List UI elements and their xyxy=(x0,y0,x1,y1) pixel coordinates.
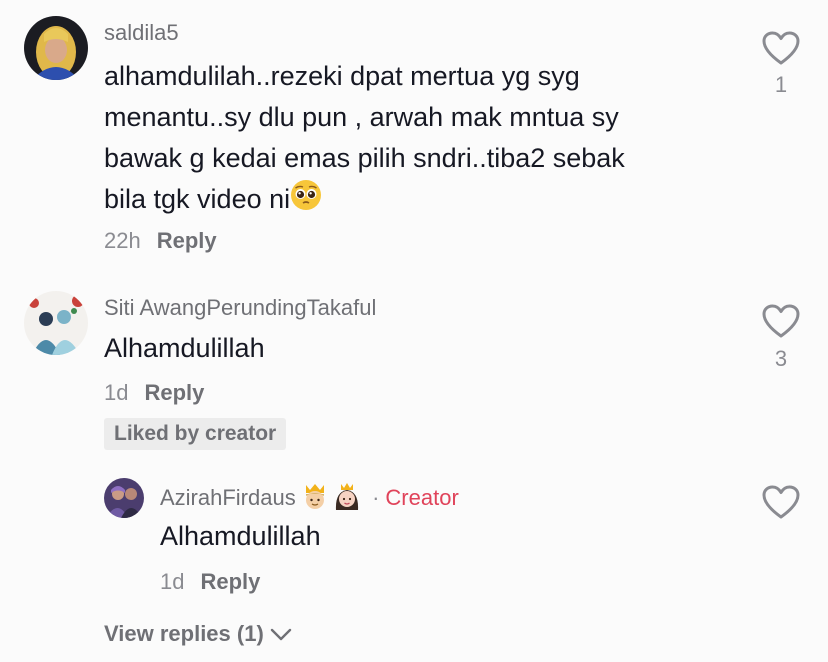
reply-header: AzirahFirdaus · Creator xyxy=(160,482,459,516)
reply-button[interactable]: Reply xyxy=(200,569,260,594)
like-count: 3 xyxy=(774,346,788,371)
comment-text-line: bila tgk video ni xyxy=(104,179,704,223)
heart-icon[interactable] xyxy=(761,484,801,520)
avatar[interactable] xyxy=(24,291,88,355)
avatar-image xyxy=(24,291,88,355)
heart-icon[interactable] xyxy=(761,303,801,339)
reply-username[interactable]: AzirahFirdaus xyxy=(160,485,296,510)
view-replies-button[interactable]: View replies (1) xyxy=(104,621,292,648)
heart-icon[interactable] xyxy=(761,30,801,66)
princess-emoji-icon xyxy=(334,482,360,516)
comment-text-segment: bila tgk video ni xyxy=(104,184,291,215)
comment-time: 1d xyxy=(104,380,129,405)
comment-text-line: bawak g kedai emas pilih sndri..tiba2 se… xyxy=(104,143,625,173)
prince-emoji-icon xyxy=(302,482,328,516)
avatar-image xyxy=(104,478,144,518)
reply-button[interactable]: Reply xyxy=(144,380,204,405)
pleading-face-emoji-icon xyxy=(290,179,322,223)
reply-text: Alhamdulillah xyxy=(160,521,321,551)
reply-meta: 1d Reply xyxy=(160,569,260,595)
liked-by-creator-badge: Liked by creator xyxy=(104,418,287,450)
creator-label: Creator xyxy=(385,484,459,510)
like-count: 1 xyxy=(774,72,788,97)
comment-meta: 22h Reply xyxy=(104,228,217,254)
comment-meta: 1d Reply xyxy=(104,380,204,406)
comment-username[interactable]: Siti AwangPerundingTakaful xyxy=(104,295,376,321)
comment-text: Alhamdulillah xyxy=(104,333,265,363)
view-replies-label: View replies (1) xyxy=(104,621,264,646)
comment-username[interactable]: saldila5 xyxy=(104,20,179,46)
avatar[interactable] xyxy=(24,16,88,80)
avatar[interactable] xyxy=(104,478,144,518)
chevron-down-icon xyxy=(270,622,292,648)
reply-time: 1d xyxy=(160,569,185,594)
comment-text-line: menantu..sy dlu pun , arwah mak mntua sy xyxy=(104,102,619,132)
avatar-image xyxy=(24,16,88,80)
separator: · xyxy=(372,484,380,510)
comment-time: 22h xyxy=(104,228,141,253)
comment-text-line: alhamdulilah..rezeki dpat mertua yg syg xyxy=(104,61,580,91)
reply-button[interactable]: Reply xyxy=(157,228,217,253)
comment-text: alhamdulilah..rezeki dpat mertua yg syg … xyxy=(104,56,704,223)
